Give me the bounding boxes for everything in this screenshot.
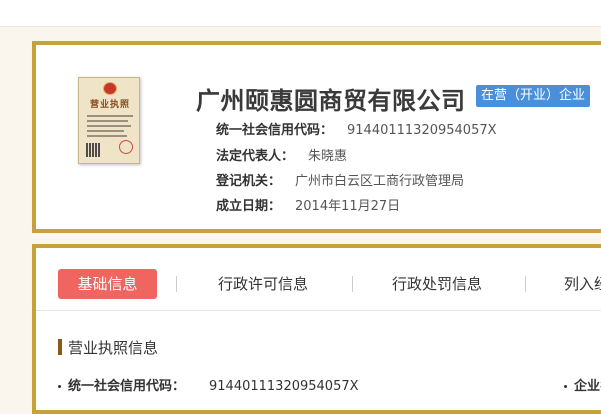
license-text-lines	[87, 115, 133, 140]
license-title: 营业执照	[89, 100, 130, 110]
tab-abnormal-list[interactable]: 列入经	[564, 269, 601, 299]
info-label: 登记机关：	[216, 174, 282, 189]
info-label: 成立日期：	[216, 199, 282, 214]
tab-separator	[176, 276, 177, 292]
top-bar	[0, 0, 601, 27]
info-value: 朱晓惠	[308, 149, 348, 164]
company-name: 广州颐惠圆商贸有限公司	[196, 87, 466, 115]
detail-company-name: 企业名	[564, 375, 601, 394]
official-seal-icon	[119, 140, 133, 154]
tab-separator	[525, 276, 526, 292]
national-emblem-icon	[103, 82, 117, 95]
info-established-date: 成立日期： 2014年11月27日	[216, 195, 400, 214]
tab-administrative-license[interactable]: 行政许可信息	[218, 269, 308, 299]
info-value: 广州市白云区工商行政管理局	[295, 174, 465, 189]
tab-bar: 基础信息 行政许可信息 行政处罚信息 列入经	[36, 248, 601, 314]
detail-credit-code: 统一社会信用代码： 91440111320954057X	[58, 375, 359, 394]
info-value: 2014年11月27日	[295, 199, 401, 214]
bullet-icon	[58, 385, 61, 388]
info-registration-authority: 登记机关： 广州市白云区工商行政管理局	[216, 170, 464, 189]
detail-panel: 基础信息 行政许可信息 行政处罚信息 列入经 营业执照信息 统一社会信用代码： 9…	[32, 244, 601, 414]
section-title-text: 营业执照信息	[68, 339, 159, 357]
bullet-icon	[564, 385, 567, 388]
detail-label: 企业名	[574, 379, 601, 394]
status-badge: 在营（开业）企业	[476, 85, 591, 107]
info-label: 法定代表人：	[216, 149, 295, 164]
section-marker-icon	[58, 339, 62, 355]
business-license-image[interactable]: 营业执照	[78, 77, 140, 164]
qr-code-icon	[86, 143, 100, 157]
tab-basic-info[interactable]: 基础信息	[58, 269, 157, 299]
company-header-panel: 营业执照 广州颐惠圆商贸有限公司 在营（开业）企业 统一社会信用代码： 91440…	[32, 41, 601, 233]
section-title: 营业执照信息	[58, 337, 158, 358]
info-credit-code: 统一社会信用代码： 91440111320954057X	[216, 119, 497, 138]
detail-value: 91440111320954057X	[209, 379, 359, 394]
tab-divider	[36, 310, 601, 311]
tab-separator	[352, 276, 353, 292]
detail-label: 统一社会信用代码：	[68, 379, 186, 394]
info-label: 统一社会信用代码：	[216, 123, 334, 138]
info-legal-rep: 法定代表人： 朱晓惠	[216, 145, 347, 164]
info-value: 91440111320954057X	[347, 123, 497, 138]
tab-administrative-penalty[interactable]: 行政处罚信息	[392, 269, 482, 299]
